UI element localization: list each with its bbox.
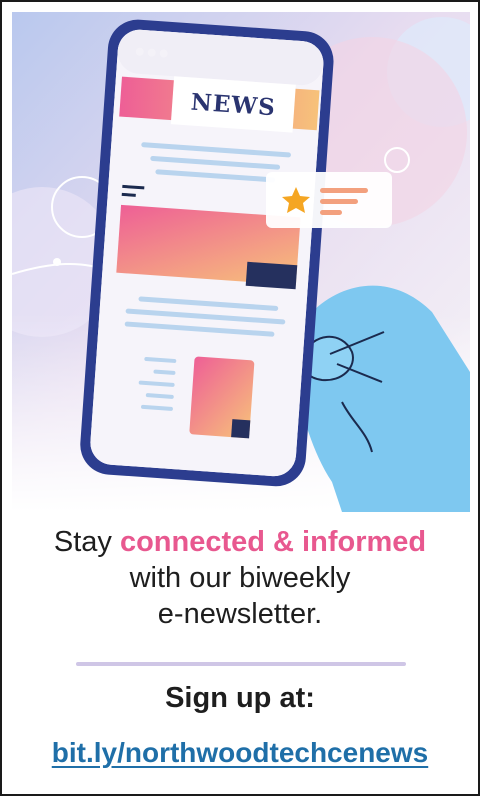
headline-line-3: e-newsletter.: [157, 598, 323, 630]
flyer-frame: NEWS Stay connected & informed with our …: [0, 0, 480, 796]
headline: Stay connected & informed with our biwee…: [2, 524, 478, 632]
headline-line-2: with our biweekly: [129, 562, 351, 594]
headline-prefix: Stay: [53, 526, 120, 558]
illustration: NEWS: [12, 12, 470, 512]
phone-illustration: NEWS: [12, 12, 470, 512]
divider: [76, 662, 406, 666]
signup-link[interactable]: bit.ly/northwoodtechcenews: [2, 737, 478, 769]
signup-label: Sign up at:: [165, 682, 315, 714]
star-card: [266, 172, 392, 228]
headline-highlight: connected & informed: [119, 526, 427, 558]
headline-line-1: Stay connected & informed: [2, 524, 478, 560]
phone-icon: NEWS: [80, 19, 334, 487]
